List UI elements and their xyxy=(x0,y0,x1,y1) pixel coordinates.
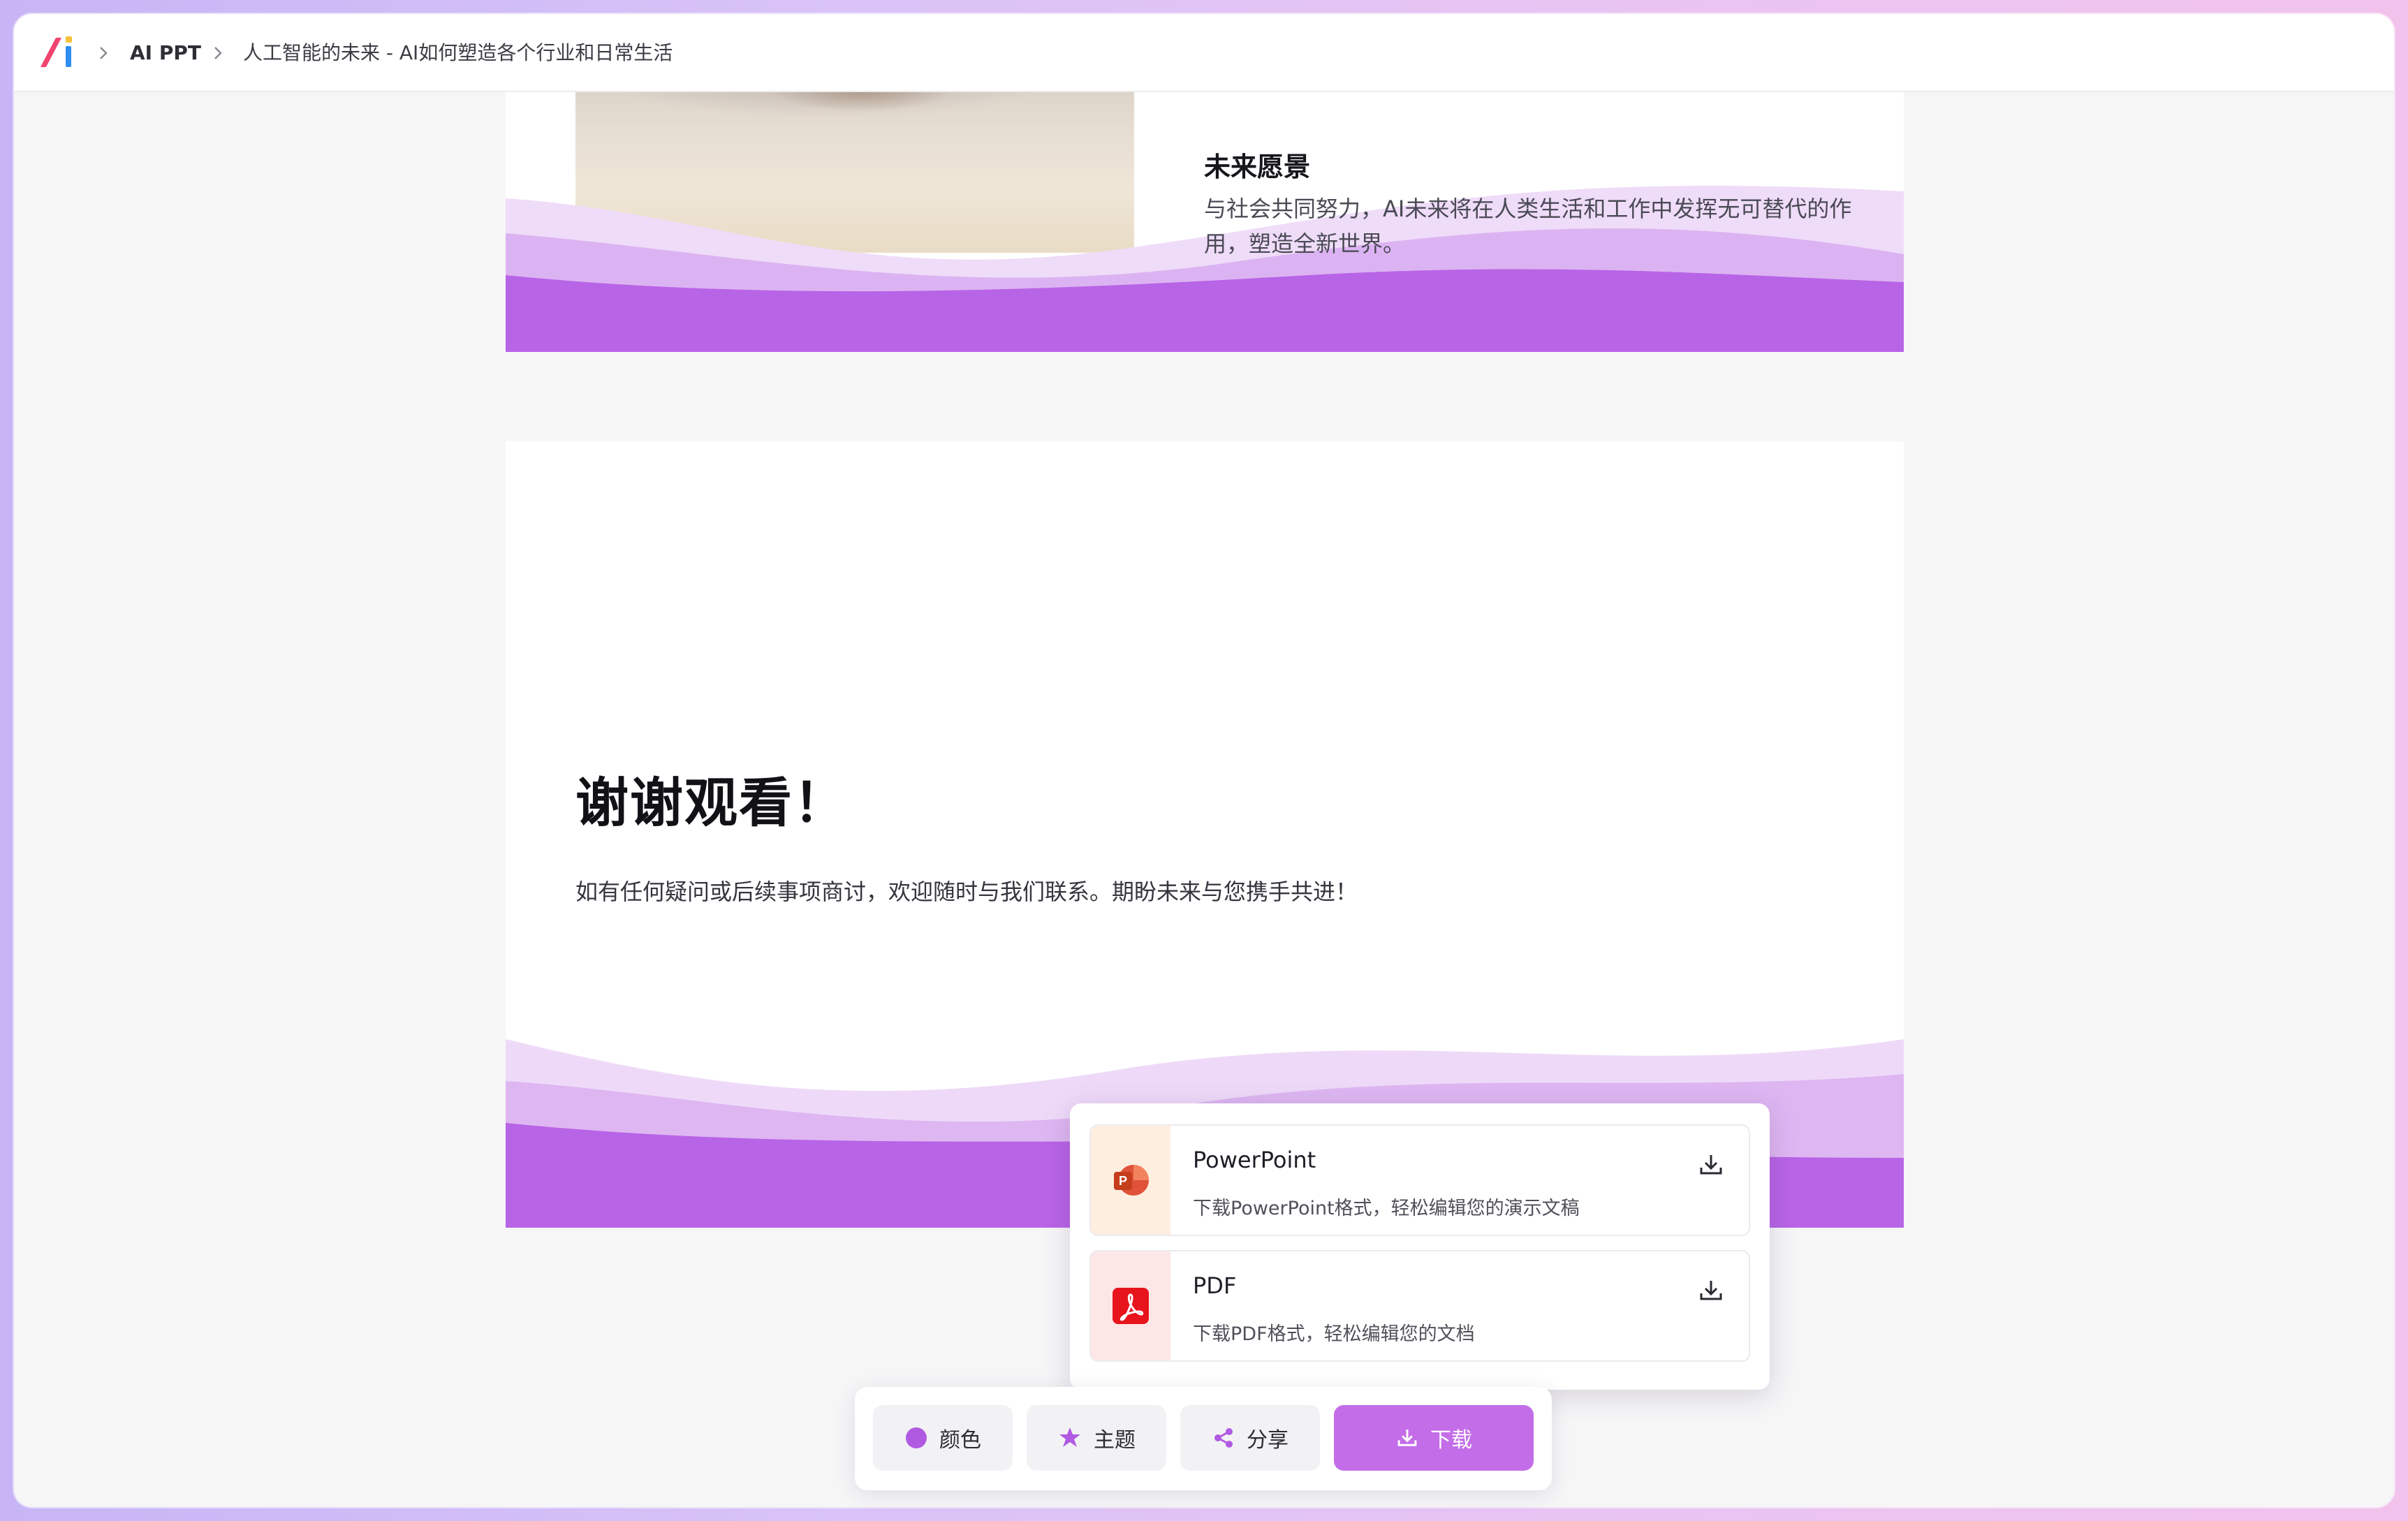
top-bar: AI PPT 人工智能的未来 - AI如何塑造各个行业和日常生活 xyxy=(14,14,2394,92)
option-description: 下载PDF格式，轻松编辑您的文档 xyxy=(1193,1323,1475,1345)
slide-heading: 未来愿景 xyxy=(1204,152,1311,182)
option-title: PowerPoint xyxy=(1193,1147,1316,1173)
app-logo-icon[interactable] xyxy=(38,34,81,70)
powerpoint-icon: P xyxy=(1091,1126,1170,1235)
download-icon[interactable] xyxy=(1697,1277,1725,1305)
slide-title: 谢谢观看！ xyxy=(575,772,848,834)
color-button-label: 颜色 xyxy=(939,1428,981,1453)
chevron-right-icon xyxy=(95,41,112,66)
slide-body-text: 如有任何疑问或后续事项商讨，欢迎随时与我们联系。期盼未来与您携手共进！ xyxy=(575,879,1358,905)
download-button[interactable]: 下载 xyxy=(1334,1405,1534,1471)
color-dot-icon xyxy=(906,1427,927,1448)
chevron-right-icon xyxy=(210,41,226,66)
color-button[interactable]: 颜色 xyxy=(873,1405,1013,1471)
breadcrumb-app[interactable]: AI PPT xyxy=(130,39,201,67)
pdf-icon xyxy=(1091,1251,1170,1360)
download-icon[interactable] xyxy=(1697,1151,1725,1179)
download-menu: P PowerPoint 下载PowerPoint格式，轻松编辑您的演示文稿 P… xyxy=(1070,1103,1770,1390)
share-icon xyxy=(1214,1428,1233,1448)
breadcrumb-document-title: 人工智能的未来 - AI如何塑造各个行业和日常生活 xyxy=(243,41,673,64)
option-title: PDF xyxy=(1193,1272,1237,1299)
bottom-toolbar: 颜色 主题 分享 下载 xyxy=(855,1387,1552,1490)
download-option-pdf[interactable]: PDF 下载PDF格式，轻松编辑您的文档 xyxy=(1089,1250,1750,1362)
share-button[interactable]: 分享 xyxy=(1180,1405,1320,1471)
theme-button[interactable]: 主题 xyxy=(1027,1405,1166,1471)
option-description: 下载PowerPoint格式，轻松编辑您的演示文稿 xyxy=(1193,1198,1580,1219)
theme-button-label: 主题 xyxy=(1094,1428,1136,1453)
download-button-label: 下载 xyxy=(1430,1428,1472,1453)
download-icon xyxy=(1397,1430,1417,1446)
magic-wand-icon xyxy=(1059,1427,1080,1447)
slide-body-text: 与社会共同努力，AI未来将在人类生活和工作中发挥无可替代的作用，塑造全新世界。 xyxy=(1204,196,1852,257)
download-option-powerpoint[interactable]: P PowerPoint 下载PowerPoint格式，轻松编辑您的演示文稿 xyxy=(1089,1124,1750,1236)
share-button-label: 分享 xyxy=(1247,1428,1289,1453)
svg-text:P: P xyxy=(1119,1174,1127,1188)
